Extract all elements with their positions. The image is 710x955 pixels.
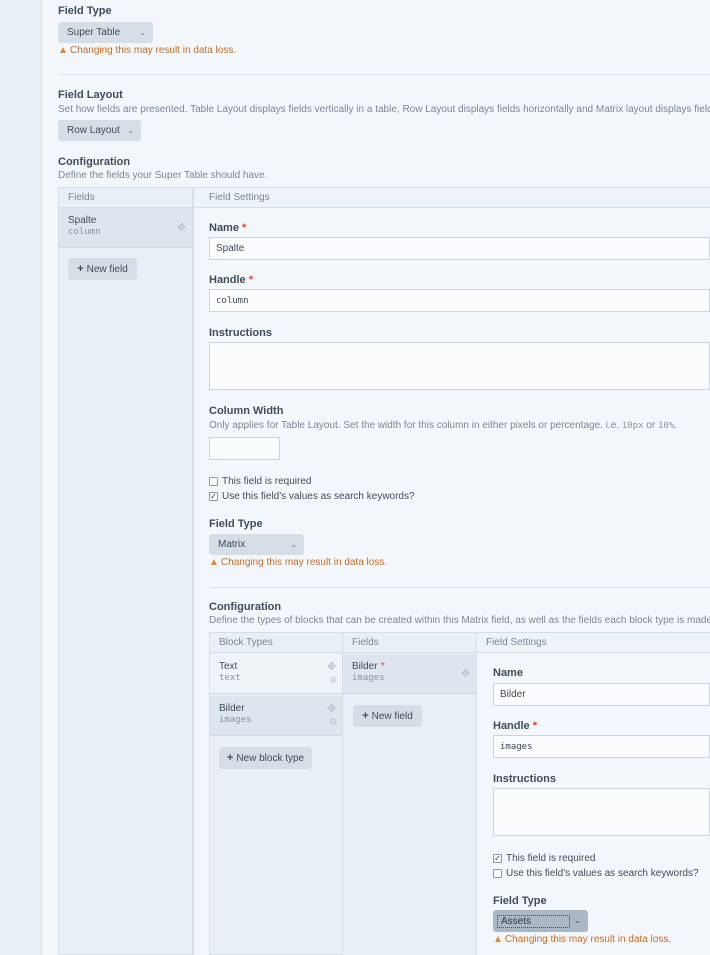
matrix-fields-header: Fields <box>343 633 476 653</box>
gear-icon[interactable]: ⚙ <box>329 717 337 728</box>
new-block-type-button[interactable]: + New block type <box>219 747 312 769</box>
chevron-down-icon: ⌄ <box>127 125 134 135</box>
check-icon: ✓ <box>494 853 501 863</box>
new-field-label: New field <box>86 263 128 275</box>
matrix-searchable-label: Use this field's values as search keywor… <box>506 868 699 879</box>
field-layout-value: Row Layout <box>67 125 120 136</box>
new-block-type-label: New block type <box>236 752 305 764</box>
required-checkbox-row[interactable]: This field is required <box>209 476 311 487</box>
matrix-field-item-bilder[interactable]: Bilder * images ✥ <box>343 654 476 694</box>
matrix-handle-input[interactable]: images <box>493 735 710 758</box>
field-settings-header: Field Settings <box>194 188 710 208</box>
matrix-instructions-textarea[interactable] <box>493 788 710 836</box>
matrix-handle-label: Handle * <box>493 720 537 732</box>
name-label: Name * <box>209 222 247 234</box>
plus-icon: + <box>362 710 369 722</box>
required-label: This field is required <box>222 476 312 487</box>
matrix-field-handle: images <box>352 673 385 683</box>
plus-icon: + <box>77 263 84 275</box>
sidebar-rail <box>0 0 42 955</box>
block-type-text[interactable]: Text text ✥ ⚙ <box>210 654 342 694</box>
matrix-field-type-warning-text: Changing this may result in data loss. <box>504 934 672 945</box>
name-input[interactable]: Spalte <box>209 237 710 260</box>
inner-field-type-value: Matrix <box>218 539 246 550</box>
inner-field-type-label: Field Type <box>209 518 263 530</box>
searchable-label: Use this field's values as search keywor… <box>222 491 415 502</box>
warning-icon: ▲ <box>493 934 503 945</box>
matrix-configuration-label: Configuration <box>209 601 282 613</box>
searchable-checkbox-row[interactable]: ✓ Use this field's values as search keyw… <box>209 491 415 502</box>
field-item-name: Spalte <box>68 215 97 226</box>
matrix-required-label: This field is required <box>506 853 596 864</box>
matrix-instructions-label: Instructions <box>493 773 556 785</box>
field-layout-select[interactable]: Row Layout ⌄ <box>58 120 141 141</box>
move-icon[interactable]: ✥ <box>327 702 336 715</box>
matrix-field-type-select[interactable]: Assets ⌄ <box>493 910 588 932</box>
searchable-checkbox[interactable]: ✓ <box>209 492 218 501</box>
field-type-select[interactable]: Super Table ⌄ <box>58 22 153 43</box>
matrix-searchable-checkbox-row[interactable]: Use this field's values as search keywor… <box>493 868 699 879</box>
field-settings-content: Field Type Super Table ⌄ ▲ Changing this… <box>42 0 710 955</box>
field-type-label: Field Type <box>58 5 112 17</box>
matrix-configuration-description: Define the types of blocks that can be c… <box>209 615 710 626</box>
required-checkbox[interactable] <box>209 477 218 486</box>
configuration-description: Define the fields your Super Table shoul… <box>58 170 268 181</box>
new-field-button[interactable]: + New field <box>68 258 137 280</box>
column-width-input[interactable] <box>209 437 280 460</box>
gear-icon[interactable]: ⚙ <box>329 675 337 686</box>
divider <box>209 587 710 588</box>
field-item-spalte[interactable]: Spalte column ✥ <box>59 208 192 248</box>
matrix-field-type-label: Field Type <box>493 895 547 907</box>
plus-icon: + <box>226 752 234 764</box>
block-type-name: Text <box>219 661 238 672</box>
matrix-name-input[interactable]: Bilder <box>493 683 710 706</box>
matrix-field-name: Bilder * <box>352 661 385 672</box>
block-type-handle: images <box>219 715 252 725</box>
move-icon[interactable]: ✥ <box>177 221 186 234</box>
block-type-bilder[interactable]: Bilder images ✥ ⚙ <box>210 696 342 736</box>
configuration-label: Configuration <box>58 156 131 168</box>
handle-input[interactable]: column <box>209 289 710 312</box>
matrix-required-checkbox-row[interactable]: ✓ This field is required <box>493 853 595 864</box>
matrix-field-type-warning: ▲ Changing this may result in data loss. <box>493 934 671 945</box>
matrix-new-field-button[interactable]: + New field <box>353 705 422 727</box>
chevron-down-icon: ⌄ <box>574 916 581 926</box>
chevron-down-icon: ⌄ <box>139 27 146 37</box>
matrix-new-field-label: New field <box>371 710 413 722</box>
matrix-required-checkbox[interactable]: ✓ <box>493 854 502 863</box>
matrix-searchable-checkbox[interactable] <box>493 869 502 878</box>
field-layout-description: Set how fields are presented. Table Layo… <box>58 104 710 115</box>
fields-panel-header: Fields <box>59 188 192 208</box>
check-icon: ✓ <box>210 491 217 501</box>
block-type-name: Bilder <box>219 703 245 714</box>
warning-icon: ▲ <box>209 557 219 568</box>
move-icon[interactable]: ✥ <box>461 667 470 680</box>
field-type-value: Super Table <box>67 27 121 38</box>
inner-field-type-select[interactable]: Matrix ⌄ <box>209 534 304 555</box>
move-icon[interactable]: ✥ <box>327 660 336 673</box>
matrix-name-label: Name <box>493 667 523 679</box>
field-type-warning: ▲ Changing this may result in data loss. <box>58 45 236 56</box>
field-layout-label: Field Layout <box>58 89 123 101</box>
column-width-label: Column Width <box>209 405 284 417</box>
block-types-header: Block Types <box>210 633 342 653</box>
matrix-field-settings-header: Field Settings <box>477 633 710 653</box>
block-type-handle: text <box>219 673 241 683</box>
instructions-label: Instructions <box>209 327 272 339</box>
inner-field-type-warning: ▲ Changing this may result in data loss. <box>209 557 387 568</box>
chevron-down-icon: ⌄ <box>290 539 297 549</box>
inner-field-type-warning-text: Changing this may result in data loss. <box>220 557 388 568</box>
handle-label: Handle * <box>209 274 253 286</box>
fields-panel <box>58 187 193 955</box>
divider <box>58 74 710 75</box>
warning-icon: ▲ <box>58 45 68 56</box>
matrix-field-type-value: Assets <box>497 914 571 928</box>
field-item-handle: column <box>68 227 101 237</box>
instructions-textarea[interactable] <box>209 342 710 390</box>
field-type-warning-text: Changing this may result in data loss. <box>69 45 237 56</box>
column-width-description: Only applies for Table Layout. Set the w… <box>209 420 678 431</box>
